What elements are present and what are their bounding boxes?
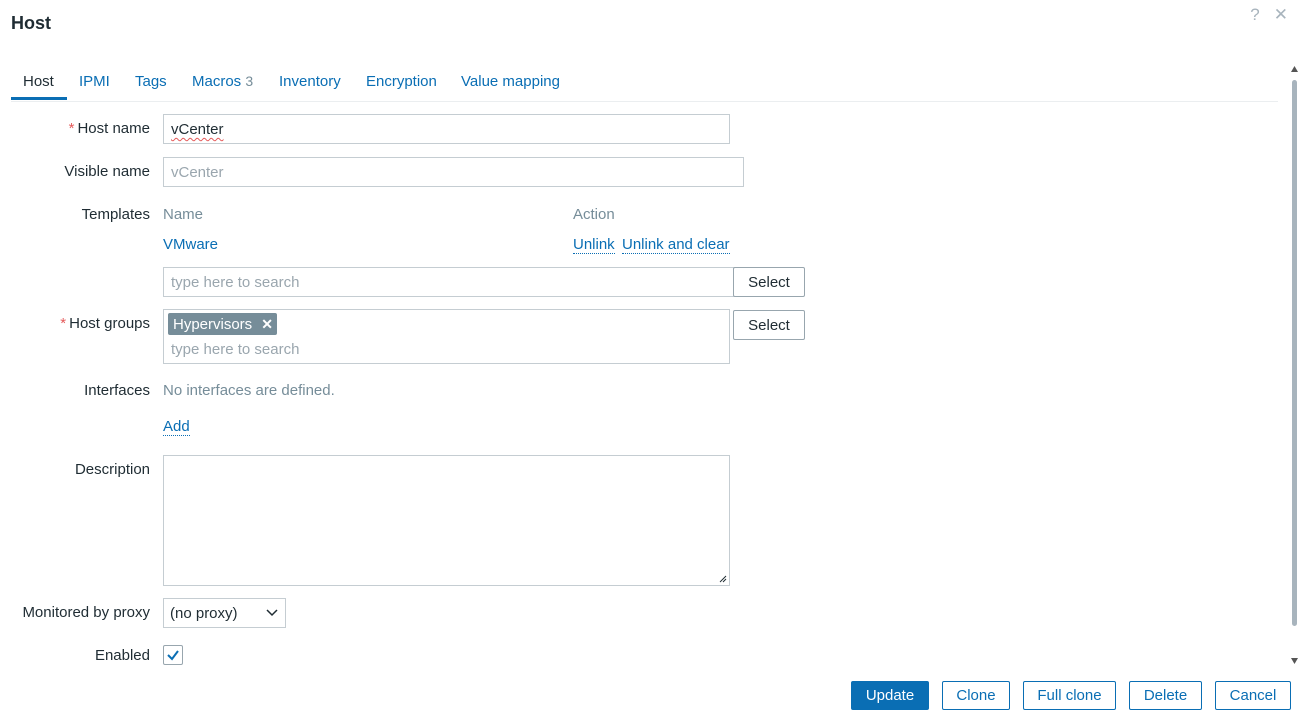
tab-encryption[interactable]: Encryption [366,73,437,90]
templates-col-action: Action [573,206,615,223]
host-groups-multiselect[interactable]: Hypervisors ✕ type here to search [163,309,730,364]
clone-button[interactable]: Clone [942,681,1010,710]
help-icon[interactable]: ? [1250,5,1259,25]
delete-button[interactable]: Delete [1129,681,1202,710]
tab-macros[interactable]: Macros 3 [192,73,253,90]
tab-label: IPMI [79,73,110,90]
description-label: Description [74,461,150,478]
tab-ipmi[interactable]: IPMI [79,73,110,90]
cancel-button[interactable]: Cancel [1215,681,1291,710]
scroll-down-icon[interactable] [1291,658,1298,664]
interfaces-empty-text: No interfaces are defined. [163,382,335,399]
tab-tags[interactable]: Tags [135,73,167,90]
add-interface-link[interactable]: Add [163,418,190,436]
host-groups-label-text: Host groups [69,315,150,332]
tab-label: Inventory [279,73,341,90]
host-groups-search-input[interactable]: type here to search [171,341,299,358]
templates-col-name: Name [163,206,204,223]
templates-search-input[interactable] [163,267,744,297]
tab-label: Host [23,73,54,90]
checkmark-icon [167,650,179,661]
required-marker: * [60,315,67,332]
active-tab-indicator [11,97,67,100]
unlink-and-clear-link[interactable]: Unlink and clear [622,236,730,254]
enabled-label: Enabled [94,647,150,664]
tab-inventory[interactable]: Inventory [279,73,341,90]
interfaces-label: Interfaces [84,382,150,399]
tab-label: Encryption [366,73,437,90]
update-button[interactable]: Update [851,681,929,710]
proxy-select[interactable]: (no proxy) [163,598,286,628]
templates-select-button[interactable]: Select [733,267,805,297]
tab-label: Macros [192,73,242,90]
full-clone-button[interactable]: Full clone [1023,681,1116,710]
host-group-chip: Hypervisors ✕ [168,313,277,335]
macros-count-badge: 3 [245,73,254,89]
vertical-scrollbar[interactable] [1291,66,1298,666]
template-link-vmware[interactable]: VMware [163,236,218,253]
unlink-link[interactable]: Unlink [573,236,615,254]
resize-grip-icon[interactable] [719,575,727,583]
visible-name-label: Visible name [64,163,150,180]
tab-host[interactable]: Host [23,73,54,90]
host-name-value: vCenter [171,121,224,138]
remove-chip-icon[interactable]: ✕ [261,316,273,333]
host-groups-select-button[interactable]: Select [733,310,805,340]
tab-label: Value mapping [461,73,560,90]
host-name-label-text: Host name [77,120,150,137]
chip-label: Hypervisors [173,315,253,333]
tab-label: Tags [135,73,167,90]
tab-value-mapping[interactable]: Value mapping [461,73,560,90]
description-textarea[interactable] [163,455,730,586]
proxy-selected-value: (no proxy) [170,604,238,622]
scrollbar-thumb[interactable] [1292,80,1297,626]
dialog-title: Host [11,13,51,33]
host-groups-label: * Host groups [60,315,150,332]
close-icon[interactable]: ✕ [1274,5,1288,25]
visible-name-input[interactable] [163,157,744,187]
host-name-input[interactable]: vCenter [163,114,730,144]
templates-label: Templates [81,206,150,223]
host-name-label: * Host name [69,120,150,137]
chevron-down-icon [266,609,278,617]
required-marker: * [68,120,75,137]
proxy-label: Monitored by proxy [22,604,150,621]
enabled-checkbox[interactable] [163,645,183,665]
tab-bar: Host IPMI Tags Macros 3 Inventory Encryp… [11,64,1278,102]
scroll-up-icon[interactable] [1291,66,1298,72]
